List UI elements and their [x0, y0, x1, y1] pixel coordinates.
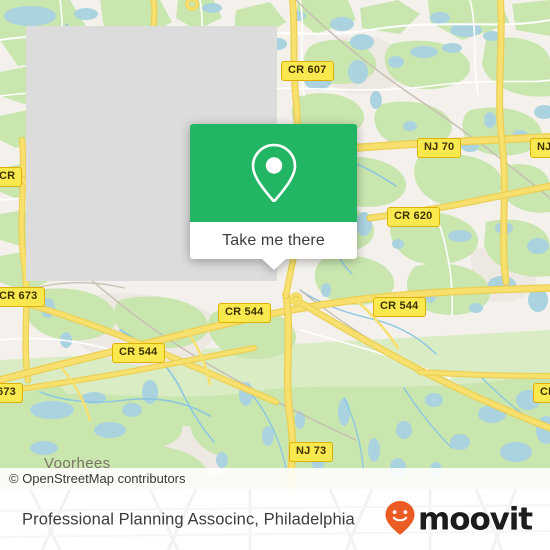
road-shield-673-clipped: 673 — [0, 383, 23, 403]
road-shield-cr-right-clipped: CR — [533, 383, 550, 403]
map-canvas[interactable]: .w { fill:#aad3df; } .pk { fill:#c9e6af;… — [0, 0, 550, 489]
take-me-there-label: Take me there — [222, 231, 325, 249]
map-attribution[interactable]: © OpenStreetMap contributors — [0, 468, 550, 489]
popup-marker-panel — [190, 124, 357, 222]
road-shield-cr-544-left: CR 544 — [112, 343, 165, 363]
location-popup-card[interactable]: Take me there — [190, 124, 357, 270]
moovit-wordmark: moovit — [418, 501, 533, 537]
road-shield-cr-544-center: CR 544 — [218, 303, 271, 323]
road-shield-cr-left-clipped: CR — [0, 167, 23, 187]
moovit-map-screenshot: .w { fill:#aad3df; } .pk { fill:#c9e6af;… — [0, 0, 550, 550]
road-shield-nj-73: NJ 73 — [289, 442, 334, 462]
popup-action-bar[interactable]: Take me there — [190, 222, 357, 270]
road-shield-nj-7-clipped: NJ 7 — [530, 138, 550, 158]
popup-pointer-tail — [261, 259, 286, 270]
map-pin-icon — [247, 141, 301, 205]
road-shield-nj-70: NJ 70 — [417, 138, 462, 158]
location-title: Professional Planning Associnc, Philadel… — [22, 510, 355, 528]
moovit-brand-logo[interactable]: moovit — [384, 499, 533, 540]
footer-bar: Professional Planning Associnc, Philadel… — [0, 489, 550, 550]
road-shield-cr-607: CR 607 — [281, 61, 334, 81]
road-shield-cr-544-right: CR 544 — [373, 297, 426, 317]
road-shield-cr-673: CR 673 — [0, 287, 45, 307]
moovit-smiley-pin-icon — [384, 499, 416, 540]
road-shield-cr-620: CR 620 — [387, 207, 440, 227]
